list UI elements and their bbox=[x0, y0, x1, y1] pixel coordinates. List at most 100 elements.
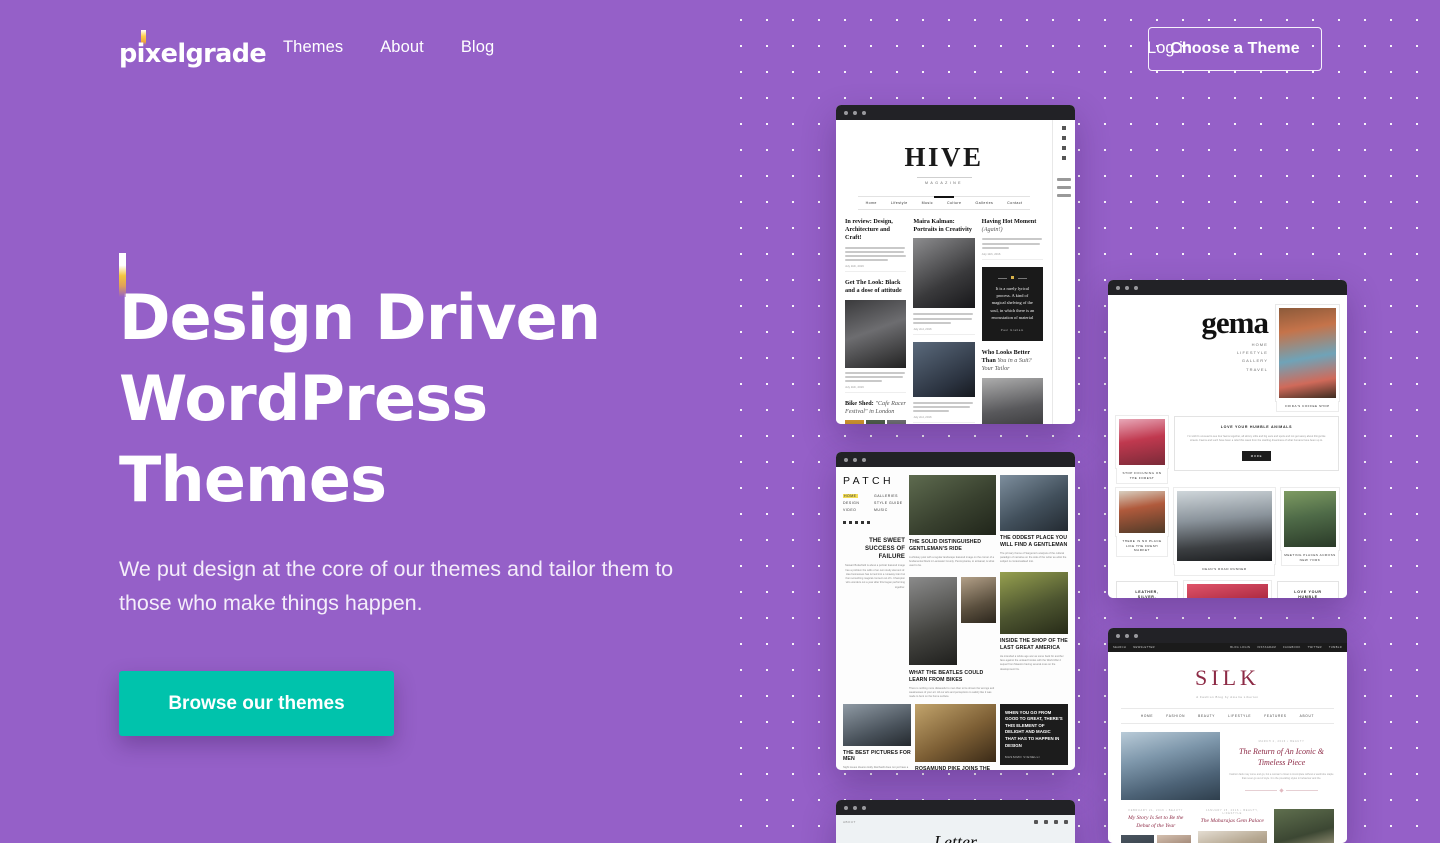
theme-preview-patch[interactable]: PATCH HOME GALLERIES DESIGN STYLE GUIDE … bbox=[836, 452, 1075, 770]
article-title: Having Hot Moment (Again!) bbox=[982, 218, 1043, 234]
silk-nav-item[interactable]: BEAUTY bbox=[1198, 714, 1215, 718]
silk-nav-item[interactable]: ABOUT bbox=[1300, 714, 1314, 718]
article-date: July 11th, 2016 bbox=[845, 264, 907, 273]
hive-article-grid: In review: Design, Architecture and Craf… bbox=[836, 210, 1052, 424]
gema-nav-item[interactable]: HOME bbox=[1116, 341, 1268, 349]
article-date: July 11th, 2016 bbox=[845, 385, 907, 393]
post-meta: FEBRUARY 21, 2016 • BEAUTY bbox=[1128, 809, 1183, 812]
search-icon[interactable] bbox=[867, 521, 870, 524]
thumb bbox=[887, 420, 907, 424]
patch-nav-item[interactable]: HOME bbox=[843, 493, 874, 500]
article-title-lead: Maira Kalman: bbox=[913, 218, 955, 225]
quote-author: Paul Graham bbox=[1000, 328, 1024, 333]
gema-nav-item[interactable]: TRAVEL bbox=[1116, 366, 1268, 374]
patch-nav-item[interactable]: STYLE GUIDE bbox=[874, 500, 905, 507]
hive-nav-item[interactable]: Music bbox=[922, 201, 933, 205]
silk-topbar-item[interactable]: BLOG LOGIN bbox=[1230, 646, 1250, 649]
post-meta: MARCH 2, 2016 • BEAUTY bbox=[1258, 740, 1305, 744]
nav-item-blog[interactable]: Blog bbox=[461, 38, 494, 57]
article-date: July 2nd, 2016 bbox=[913, 415, 975, 424]
pinterest-icon[interactable] bbox=[1054, 820, 1058, 824]
post-title: My Story Is Set to Be the Debut of the Y… bbox=[1128, 815, 1184, 829]
hive-nav-item[interactable]: Contact bbox=[1007, 201, 1022, 205]
patch-excerpt: Stewart Butterfield is about a portrait … bbox=[845, 564, 905, 589]
theme-preview-fourth[interactable]: ABOUT Letter bbox=[836, 800, 1075, 843]
patch-headline: WHAT THE BEATLES COULD LEARN FROM BIKES bbox=[909, 670, 984, 684]
silk-image bbox=[1197, 830, 1267, 843]
silk-image bbox=[1157, 835, 1191, 843]
hive-nav-item[interactable]: Home bbox=[866, 201, 877, 205]
theme-preview-silk[interactable]: SEARCH NEWSLETTER BLOG LOGIN INSTAGRAM F… bbox=[1108, 628, 1347, 843]
facebook-icon[interactable] bbox=[849, 521, 852, 524]
gema-nav-item[interactable]: GALLERY bbox=[1116, 357, 1268, 365]
theme-preview-gema[interactable]: gema HOME LIFESTYLE GALLERY TRAVEL FRIDA… bbox=[1108, 280, 1347, 598]
silk-nav-item[interactable]: FASHION bbox=[1166, 714, 1185, 718]
hive-nav-item[interactable]: Culture bbox=[947, 201, 961, 205]
search-icon[interactable] bbox=[1064, 820, 1068, 824]
patch-headline: THE BEST PICTURES FOR MEN bbox=[843, 749, 911, 763]
silk-nav-item[interactable]: LIFESTYLE bbox=[1228, 714, 1251, 718]
social-icons bbox=[1034, 820, 1068, 824]
silk-topbar-item[interactable]: TUMBLR bbox=[1329, 646, 1342, 649]
instagram-icon[interactable] bbox=[1044, 820, 1048, 824]
browse-our-themes-button[interactable]: Browse our themes bbox=[119, 670, 394, 736]
patch-nav-item[interactable]: VIDEO bbox=[843, 507, 874, 514]
gema-caption: DEAN'S ROAD RUNNER bbox=[1174, 564, 1275, 576]
silk-image bbox=[1274, 809, 1334, 843]
silk-topbar-item[interactable]: SEARCH bbox=[1113, 646, 1126, 649]
more-button[interactable]: MORE bbox=[1241, 450, 1272, 461]
card-title: LOVE YOUR HUMBLE ANIMALS bbox=[1294, 589, 1322, 598]
patch-nav-item[interactable]: DESIGN bbox=[843, 500, 874, 507]
silk-topbar-item[interactable]: INSTAGRAM bbox=[1257, 646, 1276, 649]
article-image bbox=[913, 238, 975, 309]
hive-nav-item[interactable]: Galleries bbox=[975, 201, 993, 205]
gema-image bbox=[1184, 580, 1271, 598]
hive-body: HIVE MAGAZINE Home Lifestyle Music Cultu… bbox=[836, 120, 1075, 424]
gema-card: LOVE YOUR HUMBLE ANIMALS I'm told it's u… bbox=[1174, 416, 1339, 471]
nav-item-themes[interactable]: Themes bbox=[283, 38, 343, 57]
hive-column: In review: Design, Architecture and Craf… bbox=[845, 218, 907, 424]
quote-author: MASSIMO VIGNELLI bbox=[1005, 755, 1040, 760]
hive-nav-item[interactable]: Lifestyle bbox=[891, 201, 908, 205]
patch-image bbox=[843, 703, 911, 746]
silk-topbar-item[interactable]: NEWSLETTER bbox=[1133, 646, 1155, 649]
article-title: Bike Shed: "Cafe Racer Festival" in Lond… bbox=[845, 400, 906, 416]
sidebar-icon bbox=[1062, 156, 1066, 160]
patch-body: PATCH HOME GALLERIES DESIGN STYLE GUIDE … bbox=[836, 467, 1075, 770]
choose-a-theme-button[interactable]: Choose a Theme bbox=[1148, 27, 1322, 71]
silk-nav-item[interactable]: FEATURES bbox=[1264, 714, 1286, 718]
gema-image bbox=[1116, 488, 1168, 537]
gema-card: LOVE YOUR HUMBLE ANIMALS I'm told it's u… bbox=[1277, 580, 1339, 598]
facebook-icon[interactable] bbox=[1034, 820, 1038, 824]
silk-topbar-item[interactable]: FACEBOOK bbox=[1283, 646, 1300, 649]
patch-image bbox=[961, 577, 996, 624]
fourth-logo: Letter bbox=[934, 832, 977, 843]
browser-chrome bbox=[836, 105, 1075, 120]
patch-headline: THE SWEET SUCCESS OF FAILURE bbox=[864, 538, 905, 560]
silk-hero-image bbox=[1121, 732, 1220, 800]
hero-title-line-1: Design Driven bbox=[119, 281, 601, 354]
hero-title-line-2: WordPress Themes bbox=[119, 362, 488, 517]
silk-navigation: HOME FASHION BEAUTY LIFESTYLE FEATURES A… bbox=[1121, 708, 1334, 724]
divider bbox=[916, 177, 972, 178]
gema-body: gema HOME LIFESTYLE GALLERY TRAVEL FRIDA… bbox=[1108, 295, 1347, 598]
patch-nav-item[interactable]: MUSIC bbox=[874, 507, 905, 514]
pixelgrade-logo[interactable]: pixelgrade bbox=[119, 30, 267, 70]
pinterest-icon[interactable] bbox=[861, 521, 864, 524]
article-title: Get The Look: Black and a dose of attitu… bbox=[845, 279, 906, 295]
patch-headline: ROSAMUND PIKE JOINS THE DEEP BLUE GOOD S… bbox=[915, 765, 991, 770]
theme-preview-hive[interactable]: HIVE MAGAZINE Home Lifestyle Music Cultu… bbox=[836, 105, 1075, 424]
gema-nav-item[interactable]: LIFESTYLE bbox=[1116, 349, 1268, 357]
twitter-icon[interactable] bbox=[843, 521, 846, 524]
card-body: I'm told it's unusual to see four fawns … bbox=[1187, 434, 1326, 443]
instagram-icon[interactable] bbox=[855, 521, 858, 524]
article-thumb-grid bbox=[845, 420, 907, 424]
quote-text: WHEN YOU GO FROM GOOD TO GREAT, THERE'S … bbox=[1005, 709, 1063, 748]
patch-nav-item[interactable]: GALLERIES bbox=[874, 493, 905, 500]
patch-social-icons bbox=[843, 521, 905, 524]
silk-topbar-item[interactable]: TWITTER bbox=[1308, 646, 1322, 649]
browser-chrome bbox=[836, 800, 1075, 815]
about-label[interactable]: ABOUT bbox=[843, 820, 856, 824]
nav-item-about[interactable]: About bbox=[380, 38, 424, 57]
silk-nav-item[interactable]: HOME bbox=[1141, 714, 1153, 718]
